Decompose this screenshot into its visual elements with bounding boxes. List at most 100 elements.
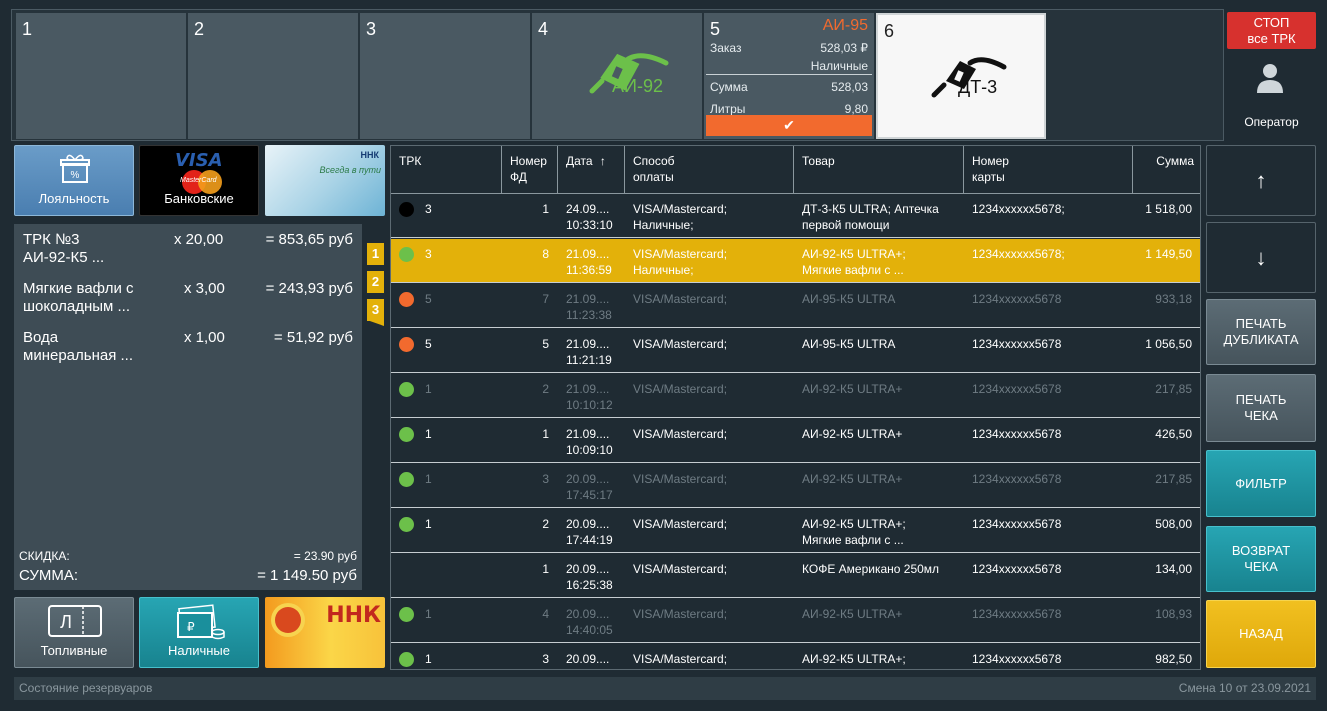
svg-text:Л: Л <box>60 612 72 632</box>
scroll-down-button[interactable]: ↓ <box>1206 222 1316 293</box>
cell-goods: АИ-92-К5 ULTRA+ <box>802 427 903 441</box>
fuel-cards-label: Топливные <box>40 643 108 658</box>
transactions-table[interactable]: ТРК Номер ФД Дата ↑ Способ оплаты Товар Но… <box>390 145 1201 670</box>
cell-goods: АИ-92-К5 ULTRA+ <box>802 607 903 621</box>
col-sum[interactable]: Сумма <box>1133 146 1200 194</box>
pump-2[interactable]: 2 <box>188 13 358 139</box>
table-row[interactable]: 1 1 21.09.... 10:09:10 VISA/Mastercard; АИ-92… <box>391 419 1200 463</box>
gift-icon: % <box>60 154 90 183</box>
pump-tag[interactable]: 3 <box>367 299 384 321</box>
cell-card: 1234xxxxxx5678 <box>972 652 1062 666</box>
cell-date: 21.09.... 10:09:10 <box>566 427 613 457</box>
cell-trk: 1 <box>425 607 432 621</box>
filter-button[interactable]: ФИЛЬТР <box>1206 450 1316 517</box>
table-row[interactable]: 3 1 24.09.... 10:33:10 VISA/Mastercard; Налич… <box>391 194 1200 238</box>
cell-card: 1234xxxxxx5678 <box>972 607 1062 621</box>
sum-label: Сумма <box>710 80 748 94</box>
order-item-qty: x 20,00 <box>174 231 224 248</box>
fuel-type-label: АИ-95 <box>822 17 868 34</box>
table-row[interactable]: 1 2 21.09.... 10:10:12 VISA/Mastercard; АИ-92… <box>391 374 1200 418</box>
cell-trk: 3 <box>425 202 432 216</box>
confirm-button[interactable]: ✔ <box>706 115 872 136</box>
cash-button[interactable]: ₽ Наличные <box>139 597 259 668</box>
col-card[interactable]: Номер карты <box>964 146 1133 194</box>
table-row[interactable]: 5 7 21.09.... 11:23:38 VISA/Mastercard; АИ-95… <box>391 284 1200 328</box>
table-row[interactable]: 1 4 20.09.... 14:40:05 VISA/Mastercard; АИ-92… <box>391 599 1200 643</box>
nnk-logo-icon <box>275 607 301 633</box>
back-button[interactable]: НАЗАД <box>1206 600 1316 668</box>
pump-status-dot <box>399 472 414 487</box>
return-receipt-button[interactable]: ВОЗВРАТ ЧЕКА <box>1206 526 1316 592</box>
pump-number: 3 <box>366 19 377 39</box>
payment-method: Наличные <box>810 59 868 73</box>
cell-payment: VISA/Mastercard; <box>633 337 728 351</box>
user-icon[interactable] <box>1256 62 1284 94</box>
col-date[interactable]: Дата ↑ <box>558 146 625 194</box>
cell-sum: 217,85 <box>1155 382 1192 396</box>
scroll-up-button[interactable]: ↑ <box>1206 145 1316 216</box>
bank-label: Банковские <box>164 191 234 206</box>
fuel-type-label: АИ-92 <box>612 76 663 96</box>
print-duplicate-button[interactable]: ПЕЧАТЬ ДУБЛИКАТА <box>1206 299 1316 365</box>
mastercard-text: MasterCard <box>180 177 217 184</box>
pump-3[interactable]: 3 <box>360 13 530 139</box>
pump-1[interactable]: 1 <box>16 13 186 139</box>
tank-status-link[interactable]: Состояние резервуаров <box>19 681 152 695</box>
cell-payment: VISA/Mastercard; <box>633 607 728 621</box>
cell-card: 1234xxxxxx5678 <box>972 472 1062 486</box>
table-row[interactable]: 5 5 21.09.... 11:21:19 VISA/Mastercard; АИ-95… <box>391 329 1200 373</box>
cell-payment: VISA/Mastercard; <box>633 472 728 486</box>
stop-all-pumps-button[interactable]: СТОП все ТРК <box>1227 12 1316 49</box>
table-row[interactable]: 3 8 21.09.... 11:36:59 VISA/Mastercard; Налич… <box>391 239 1200 283</box>
pump-4[interactable]: 4 АИ-92 <box>532 13 702 139</box>
stop-button-line2: все ТРК <box>1247 31 1296 46</box>
cell-trk: 1 <box>425 472 432 486</box>
col-payment[interactable]: Способ оплаты <box>625 146 794 194</box>
bank-cards-button[interactable]: VISA MasterCard Банковские <box>139 145 259 216</box>
order-label: Заказ <box>710 41 742 55</box>
cell-goods: АИ-95-К5 ULTRA <box>802 337 896 351</box>
cell-sum: 426,50 <box>1155 427 1192 441</box>
print-receipt-button[interactable]: ПЕЧАТЬ ЧЕКА <box>1206 374 1316 442</box>
cell-sum: 1 149,50 <box>1145 247 1192 261</box>
pump-tag[interactable]: 1 <box>367 243 384 265</box>
pump-number: 1 <box>22 19 33 39</box>
pump-5[interactable]: 5 АИ-95 Заказ 528,03 ₽ Наличные Сумма 528,… <box>704 13 874 139</box>
cell-trk: 5 <box>425 292 432 306</box>
shift-info: Смена 10 от 23.09.2021 <box>1178 681 1311 695</box>
col-goods[interactable]: Товар <box>794 146 964 194</box>
table-row[interactable]: 1 20.09.... 16:25:38 VISA/Mastercard; КОФЕ А… <box>391 554 1200 598</box>
cell-sum: 933,18 <box>1155 292 1192 306</box>
col-trk[interactable]: ТРК <box>391 146 502 194</box>
fuel-cards-button[interactable]: Л Топливные <box>14 597 134 668</box>
pump-6[interactable]: 6 ДТ-3 <box>876 13 1046 139</box>
nnk-card-button[interactable]: ННК Всегда в пути <box>265 145 385 216</box>
table-row[interactable]: 1 2 20.09.... 17:44:19 VISA/Mastercard; АИ-92… <box>391 509 1200 553</box>
loyalty-button[interactable]: % Лояльность <box>14 145 134 216</box>
cell-card: 1234xxxxxx5678 <box>972 292 1062 306</box>
table-row[interactable]: 1 3 20.09.... VISA/Mastercard; АИ-92-К5 ULTR… <box>391 644 1200 669</box>
cell-fd: 1 <box>542 427 549 441</box>
cell-card: 1234xxxxxx5678 <box>972 562 1062 576</box>
pump-status-dot <box>399 337 414 352</box>
col-fd[interactable]: Номер ФД <box>502 146 558 194</box>
table-row[interactable]: 1 3 20.09.... 17:45:17 VISA/Mastercard; АИ-92… <box>391 464 1200 508</box>
cell-goods: ДТ-3-К5 ULTRA; Аптечка первой помощи <box>802 202 939 232</box>
cell-fd: 5 <box>542 337 549 351</box>
cell-goods: АИ-92-К5 ULTRA+ <box>802 382 903 396</box>
svg-text:%: % <box>71 170 80 181</box>
pump-tag[interactable]: 2 <box>367 271 384 293</box>
cell-date: 21.09.... 11:23:38 <box>566 292 612 322</box>
sort-asc-icon: ↑ <box>599 154 606 168</box>
cell-payment: VISA/Mastercard; Наличные; <box>633 247 728 277</box>
cell-date: 20.09.... 14:40:05 <box>566 607 613 637</box>
svg-text:₽: ₽ <box>187 620 195 634</box>
fuel-type-label: ДТ-3 <box>958 77 998 97</box>
tag-pointer <box>367 320 384 326</box>
nnk-slogan: Всегда в пути <box>319 165 381 175</box>
cell-date: 20.09.... 16:25:38 <box>566 562 613 592</box>
cell-fd: 8 <box>542 247 549 261</box>
cell-sum: 982,50 <box>1155 652 1192 666</box>
nnk-corporate-card-button[interactable]: ННК <box>265 597 385 668</box>
pump-status-dot <box>399 292 414 307</box>
